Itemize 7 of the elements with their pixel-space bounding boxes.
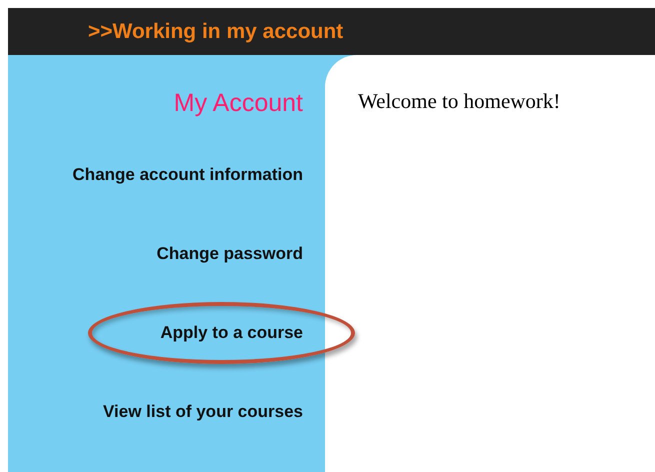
sidebar-title: My Account xyxy=(174,89,303,118)
welcome-text: Welcome to homework! xyxy=(358,89,560,113)
menu-link[interactable]: Apply to a course xyxy=(160,323,303,343)
page-heading: >>Working in my account xyxy=(88,20,344,44)
menu-link[interactable]: Change password xyxy=(156,244,303,264)
menu-link[interactable]: Change account information xyxy=(72,165,303,185)
menu-link[interactable]: View list of your courses xyxy=(103,402,303,422)
